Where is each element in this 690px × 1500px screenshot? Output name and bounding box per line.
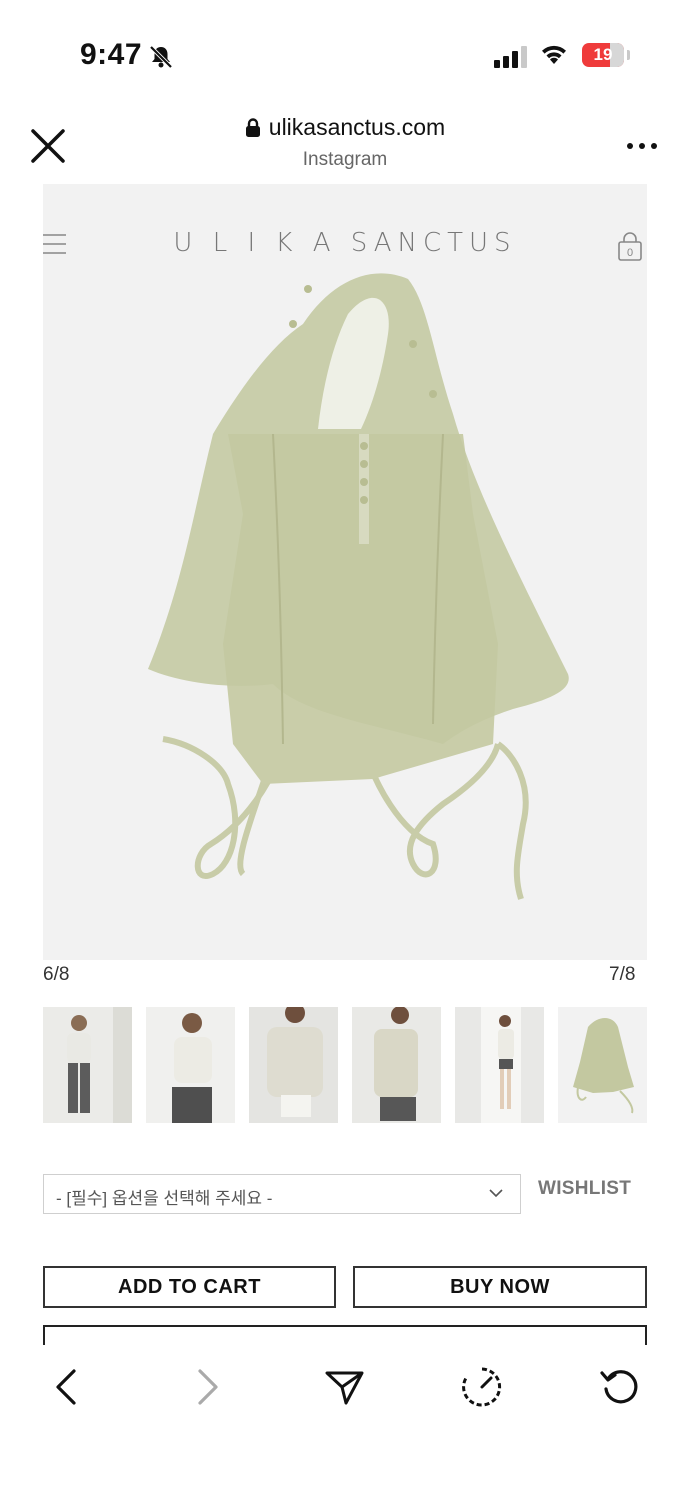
speed-icon[interactable]: [460, 1365, 504, 1409]
thumbnail-3[interactable]: [249, 1007, 338, 1123]
reload-icon[interactable]: [598, 1365, 642, 1409]
forward-icon[interactable]: [184, 1365, 228, 1409]
product-main-image[interactable]: [43, 184, 647, 960]
wifi-icon: [542, 45, 566, 64]
gallery-counter-left: 6/8: [43, 964, 70, 985]
thumbnail-5[interactable]: [455, 1007, 544, 1123]
battery-level: 19: [593, 45, 613, 64]
thumbnail-2[interactable]: [146, 1007, 235, 1123]
share-icon[interactable]: [322, 1365, 366, 1409]
cellular-signal-icon: [494, 46, 527, 68]
thumbnail-1[interactable]: [43, 1007, 132, 1123]
chevron-down-icon: [489, 1189, 503, 1198]
address-bar[interactable]: ulikasanctus.com Instagram: [0, 114, 690, 171]
thumbnail-6[interactable]: [558, 1007, 647, 1123]
back-icon[interactable]: [46, 1365, 90, 1409]
thumbnail-strip: [43, 1007, 647, 1123]
option-select-placeholder: - [필수] 옵션을 선택해 주세요 -: [56, 1189, 273, 1208]
status-time: 9:47: [80, 38, 143, 71]
buy-now-button[interactable]: BUY NOW: [353, 1266, 647, 1308]
web-content: U L I K A SANCTUS 0: [43, 184, 647, 960]
silent-bell-icon: [149, 45, 173, 69]
more-options-icon[interactable]: [626, 138, 658, 154]
lock-icon: [245, 117, 260, 137]
thumbnail-4[interactable]: [352, 1007, 441, 1123]
option-select[interactable]: - [필수] 옵션을 선택해 주세요 -: [43, 1174, 521, 1214]
site-logo[interactable]: U L I K A SANCTUS: [43, 228, 647, 258]
battery-indicator: 19: [582, 43, 630, 67]
status-bar: 9:47 19: [0, 0, 690, 110]
gallery-counter-right: 7/8: [609, 964, 636, 985]
url-text: ulikasanctus.com: [268, 114, 446, 140]
partially-visible-button[interactable]: [43, 1325, 647, 1347]
add-to-cart-button[interactable]: ADD TO CART: [43, 1266, 336, 1308]
browser-toolbar: [0, 1345, 690, 1500]
shopping-bag-icon[interactable]: 0: [617, 232, 643, 262]
source-app-label: Instagram: [302, 148, 388, 170]
wishlist-link[interactable]: WISHLIST: [538, 1178, 631, 1200]
cart-count: 0: [627, 247, 633, 259]
